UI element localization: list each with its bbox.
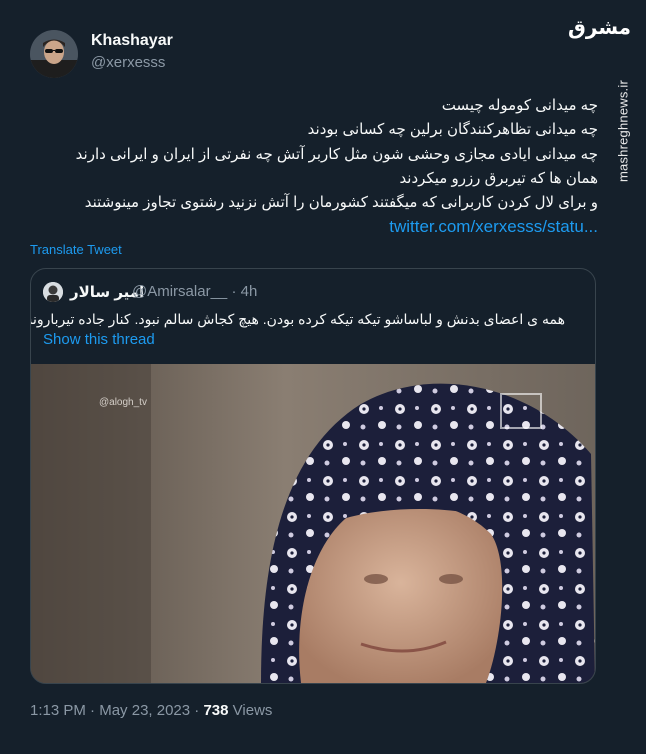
quoted-author-avatar[interactable] (43, 282, 63, 302)
quoted-author-meta: @Amirsalar__ · 4h (132, 283, 257, 300)
quoted-tweet-time[interactable]: 4h (241, 283, 258, 300)
quoted-tweet-image[interactable]: @alogh_tv (31, 364, 595, 683)
site-watermark-text: mashreghnews.ir (615, 80, 631, 182)
tweet-text: چه میدانی کومولە چیست چه میدانی تظاهرکنن… (30, 94, 598, 240)
quoted-author-handle[interactable]: @Amirsalar__ (132, 283, 227, 300)
quoted-tweet[interactable]: امیر سالار @Amirsalar__ · 4h همه ی اعضای… (30, 268, 596, 684)
tweet-line: چه میدانی کومولە چیست (441, 97, 598, 114)
views-count: 738 (203, 702, 229, 719)
tweet-date[interactable]: May 23, 2023 (99, 702, 190, 719)
site-watermark: mashreghnews.ir (612, 16, 634, 246)
translate-tweet-link[interactable]: Translate Tweet (30, 242, 122, 257)
tweet-line: و برای لال کردن کاربرانی که میگفتند کشور… (84, 194, 598, 212)
show-thread-link[interactable]: Show this thread (43, 331, 155, 348)
tweet-line: همان ها که تیربرق رزرو میکردند (399, 169, 598, 187)
author-avatar[interactable] (30, 30, 78, 78)
tweet-line: چه میدانی ایادی مجازی وحشی شون مثل کاربر… (75, 145, 598, 163)
meta-separator: · (90, 702, 96, 719)
media-watermark: @alogh_tv (99, 397, 147, 408)
author-handle[interactable]: @xerxesss (91, 54, 165, 71)
tweet-link[interactable]: twitter.com/xerxesss/statu... (30, 215, 598, 239)
meta-separator: · (231, 283, 237, 300)
tweet-time[interactable]: 1:13 PM (30, 702, 86, 719)
views-label: Views (232, 702, 273, 719)
meta-separator: · (194, 702, 200, 719)
mashregh-logo: مشرق (568, 15, 632, 39)
tweet-meta: 1:13 PM · May 23, 2023 · 738 Views (30, 702, 272, 719)
quoted-tweet-text: همه ی اعضای بدنش و لباساشو تیکه تیکه کرد… (31, 311, 565, 327)
author-name[interactable]: Khashayar (91, 32, 173, 50)
tweet-line: چه میدانی تظاهرکنندگان برلین چه کسانی بو… (307, 121, 598, 139)
